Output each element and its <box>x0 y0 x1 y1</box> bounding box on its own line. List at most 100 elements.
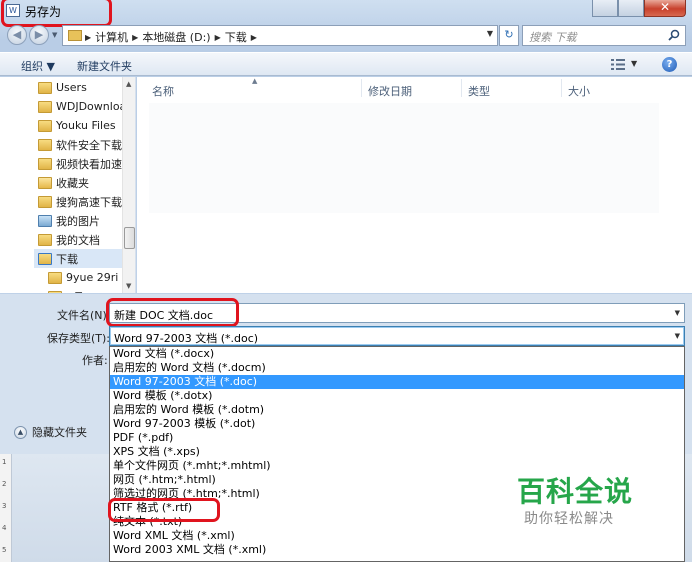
savetype-option-doc[interactable]: Word 97-2003 文档 (*.doc) <box>110 375 684 389</box>
nav-item-9yue[interactable]: 9月 <box>48 287 84 293</box>
favorites-folder-icon <box>38 176 52 189</box>
breadcrumb-downloads[interactable]: 下载 <box>225 29 247 45</box>
ruler-mark: 2 <box>2 480 7 488</box>
savetype-option-docx[interactable]: Word 文档 (*.docx) <box>110 347 684 361</box>
recent-pages-chevron-icon[interactable]: ▼ <box>52 31 57 39</box>
nav-item-9yue-29ri[interactable]: 9yue 29ri <box>48 268 118 287</box>
savetype-option-dotm[interactable]: 启用宏的 Word 模板 (*.dotm) <box>110 403 684 417</box>
search-icon[interactable] <box>668 29 680 41</box>
column-divider[interactable] <box>561 79 562 97</box>
breadcrumb-arrow-icon[interactable]: ▶ <box>132 33 138 42</box>
nav-item-my-documents[interactable]: 我的文档 <box>38 230 100 249</box>
breadcrumb-arrow-icon[interactable]: ▶ <box>85 33 91 42</box>
nav-item-label: 下载 <box>56 252 78 266</box>
search-placeholder: 搜索 下载 <box>529 31 577 44</box>
savetype-option-dotx[interactable]: Word 模板 (*.dotx) <box>110 389 684 403</box>
savetype-value: Word 97-2003 文档 (*.doc) <box>114 332 259 345</box>
column-header-modified[interactable]: 修改日期 <box>368 83 412 99</box>
breadcrumb-arrow-icon[interactable]: ▶ <box>215 33 221 42</box>
nav-item-label: Users <box>56 81 87 94</box>
rtf-highlight <box>108 498 220 522</box>
column-divider[interactable] <box>461 79 462 97</box>
address-bar[interactable]: ▶ 计算机 ▶ 本地磁盘 (D:) ▶ 下载 ▶ ▼ <box>62 25 498 46</box>
nav-item-youku-files[interactable]: Youku Files <box>38 116 116 135</box>
breadcrumb-arrow-icon[interactable]: ▶ <box>251 33 257 42</box>
empty-list-area <box>149 103 659 213</box>
nav-item-label: 我的图片 <box>56 214 100 228</box>
folder-icon <box>48 290 62 293</box>
column-divider[interactable] <box>361 79 362 97</box>
ruler-mark: 1 <box>2 458 7 466</box>
ruler-mark: 4 <box>2 524 7 532</box>
savetype-option-docm[interactable]: 启用宏的 Word 文档 (*.docm) <box>110 361 684 375</box>
nav-item-label: 收藏夹 <box>56 176 89 190</box>
pictures-folder-icon <box>38 214 52 227</box>
nav-item-sogou-downloads[interactable]: 搜狗高速下载 <box>38 192 122 211</box>
savetype-option-dot[interactable]: Word 97-2003 模板 (*.dot) <box>110 417 684 431</box>
sort-caret-icon: ▲ <box>252 77 258 85</box>
close-button[interactable]: ✕ <box>644 0 686 17</box>
nav-item-software-downloads[interactable]: 软件安全下载目 <box>38 135 133 154</box>
scroll-thumb[interactable] <box>124 227 135 249</box>
folder-icon <box>38 157 52 170</box>
organize-button[interactable]: 组织 ▼ <box>21 58 55 74</box>
folder-icon <box>38 100 52 113</box>
window-controls: ✕ <box>592 0 686 18</box>
vertical-ruler: 1 2 3 4 5 <box>0 454 12 562</box>
command-toolbar: 组织 ▼ 新建文件夹 ▼ ? <box>0 52 692 76</box>
new-folder-button[interactable]: 新建文件夹 <box>77 58 132 74</box>
refresh-button[interactable]: ↻ <box>499 25 519 46</box>
view-options-icon[interactable] <box>611 59 625 70</box>
column-header-name[interactable]: 名称 <box>152 83 174 99</box>
nav-item-video-accelerator[interactable]: 视频快看加速器 <box>38 154 133 173</box>
savetype-option-pdf[interactable]: PDF (*.pdf) <box>110 431 684 445</box>
savetype-option-word2003-xml[interactable]: Word 2003 XML 文档 (*.xml) <box>110 543 684 557</box>
filename-label: 文件名(N): <box>57 309 111 322</box>
save-as-dialog: W 另存为 ✕ ◀ ▶ ▼ ▶ 计算机 ▶ 本地磁盘 (D:) ▶ 下载 ▶ ▼… <box>0 0 692 562</box>
ruler-mark: 3 <box>2 502 7 510</box>
forward-button[interactable]: ▶ <box>29 25 49 45</box>
navigation-pane[interactable]: Users WDJDownload Youku Files 软件安全下载目 视频… <box>0 77 136 293</box>
minimize-button[interactable] <box>592 0 618 17</box>
nav-item-users[interactable]: Users <box>38 78 87 97</box>
nav-item-wdjdownload[interactable]: WDJDownload <box>38 97 133 116</box>
column-header-type[interactable]: 类型 <box>468 83 490 99</box>
folder-icon <box>68 30 82 41</box>
view-dropdown-icon[interactable]: ▼ <box>631 59 637 68</box>
watermark-subtitle: 助你轻松解决 <box>524 511 614 527</box>
nav-scrollbar[interactable]: ▲ ▼ <box>122 77 135 293</box>
back-button[interactable]: ◀ <box>7 25 27 45</box>
savetype-select[interactable]: Word 97-2003 文档 (*.doc) ▼ <box>109 326 685 346</box>
chevron-up-icon: ▲ <box>14 425 27 439</box>
nav-item-label: 9yue 29ri <box>66 271 119 284</box>
hide-folders-label: 隐藏文件夹 <box>32 426 87 439</box>
downloads-folder-icon <box>38 252 52 265</box>
search-input[interactable]: 搜索 下载 <box>522 25 686 46</box>
nav-item-label: 我的文档 <box>56 233 100 247</box>
address-row: ◀ ▶ ▼ ▶ 计算机 ▶ 本地磁盘 (D:) ▶ 下载 ▶ ▼ ↻ 搜索 下载 <box>0 22 692 48</box>
folder-icon <box>38 233 52 246</box>
nav-item-my-pictures[interactable]: 我的图片 <box>38 211 100 230</box>
breadcrumb-computer[interactable]: 计算机 <box>95 29 128 45</box>
column-header-size[interactable]: 大小 <box>568 83 590 99</box>
savetype-dropdown-icon[interactable]: ▼ <box>675 332 680 340</box>
file-list[interactable]: ▲ 名称 修改日期 类型 大小 <box>137 77 692 293</box>
savetype-options-list[interactable]: Word 文档 (*.docx) 启用宏的 Word 文档 (*.docm) W… <box>109 346 685 562</box>
filename-dropdown-icon[interactable]: ▼ <box>675 309 680 317</box>
savetype-option-xps[interactable]: XPS 文档 (*.xps) <box>110 445 684 459</box>
nav-item-favorites[interactable]: 收藏夹 <box>38 173 89 192</box>
maximize-button[interactable] <box>618 0 644 17</box>
scroll-down-icon[interactable]: ▼ <box>126 282 131 290</box>
breadcrumb-drive-d[interactable]: 本地磁盘 (D:) <box>142 29 210 45</box>
folder-icon <box>48 271 62 284</box>
scroll-up-icon[interactable]: ▲ <box>126 80 131 88</box>
folder-icon <box>38 195 52 208</box>
hide-folders-button[interactable]: ▲ 隐藏文件夹 <box>14 424 87 440</box>
address-dropdown-icon[interactable]: ▼ <box>487 29 493 38</box>
watermark-title: 百科全说 <box>517 475 634 508</box>
author-label: 作者: <box>82 354 108 367</box>
savetype-option-xml[interactable]: Word XML 文档 (*.xml) <box>110 529 684 543</box>
nav-item-label: Youku Files <box>56 119 116 132</box>
help-icon[interactable]: ? <box>662 57 677 72</box>
nav-item-downloads[interactable]: 下载 <box>34 249 122 268</box>
